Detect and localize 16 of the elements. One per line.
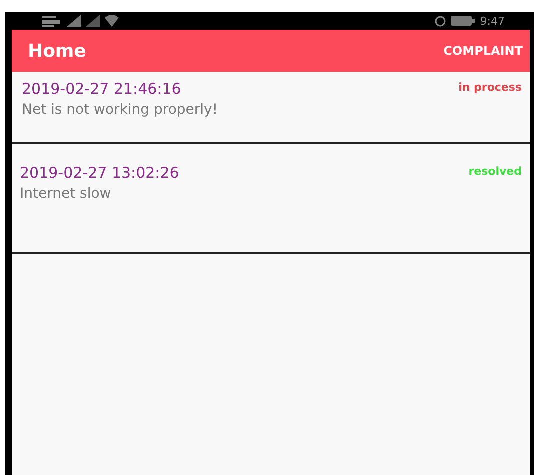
app-title: Home: [28, 40, 86, 62]
notification-icon: [42, 15, 62, 27]
alarm-icon: [435, 16, 446, 26]
signal-icon: [86, 15, 100, 27]
complaint-status: in process: [458, 81, 522, 94]
complaint-card[interactable]: 2019-02-27 13:02:26 resolved Internet slow: [12, 144, 530, 254]
complaint-card[interactable]: 2019-02-27 21:46:16 in process Net is not working properly!: [12, 72, 530, 144]
status-time: 9:47: [480, 14, 505, 28]
complaint-text: Net is not working properly!: [22, 102, 219, 118]
battery-icon: [451, 16, 476, 26]
wifi-icon: [105, 15, 119, 27]
complaint-datetime: 2019-02-27 21:46:16: [22, 80, 182, 98]
complaint-status: resolved: [468, 165, 522, 178]
complaint-datetime: 2019-02-27 13:02:26: [20, 164, 180, 182]
complaint-text: Internet slow: [20, 186, 112, 202]
signal-icon: [67, 15, 81, 27]
